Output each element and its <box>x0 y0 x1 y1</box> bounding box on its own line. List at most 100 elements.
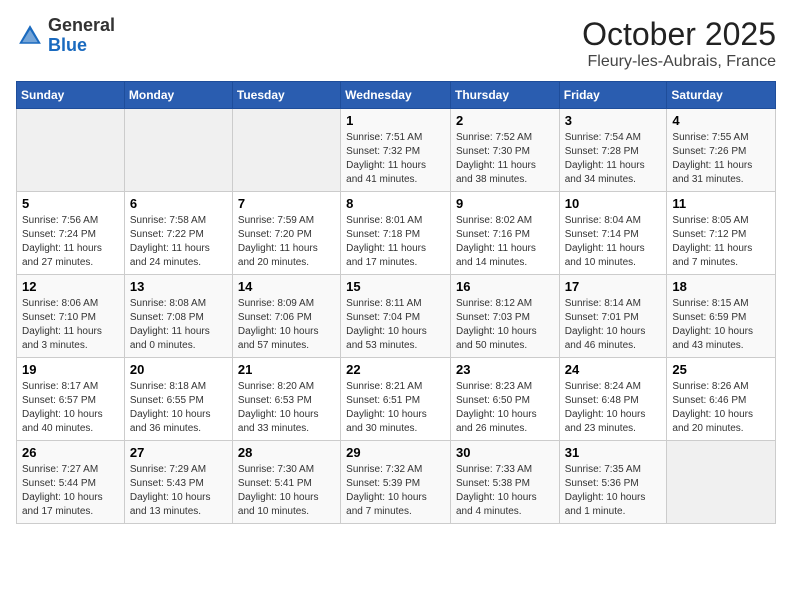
calendar-cell: 20Sunrise: 8:18 AM Sunset: 6:55 PM Dayli… <box>124 358 232 441</box>
day-number: 23 <box>456 362 554 377</box>
day-info: Sunrise: 8:02 AM Sunset: 7:16 PM Dayligh… <box>456 214 554 270</box>
header-cell-sunday: Sunday <box>17 82 125 109</box>
calendar-cell: 15Sunrise: 8:11 AM Sunset: 7:04 PM Dayli… <box>341 275 451 358</box>
day-info: Sunrise: 7:59 AM Sunset: 7:20 PM Dayligh… <box>238 214 335 270</box>
logo-text: General Blue <box>48 16 115 56</box>
day-number: 28 <box>238 445 335 460</box>
day-number: 16 <box>456 279 554 294</box>
calendar-cell: 29 Sunrise: 7:32 AM Sunset: 5:39 PM Dayli… <box>341 441 451 524</box>
day-info: Sunrise: 8:15 AM Sunset: 6:59 PM Dayligh… <box>672 297 770 353</box>
calendar-cell: 26 Sunrise: 7:27 AM Sunset: 5:44 PM Dayli… <box>17 441 125 524</box>
day-number: 3 <box>565 113 662 128</box>
logo-icon <box>16 22 44 50</box>
calendar-cell: 18 Sunrise: 8:15 AM Sunset: 6:59 PM Dayli… <box>667 275 776 358</box>
day-number: 29 <box>346 445 445 460</box>
logo-general: General <box>48 15 115 35</box>
calendar-cell: 28 Sunrise: 7:30 AM Sunset: 5:41 PM Dayli… <box>232 441 340 524</box>
day-info: Sunrise: 8:26 AM Sunset: 6:46 PM Dayligh… <box>672 380 770 436</box>
day-info: Sunrise: 7:56 AM Sunset: 7:24 PM Dayligh… <box>22 214 119 270</box>
day-info: Sunrise: 8:17 AM Sunset: 6:57 PM Dayligh… <box>22 380 119 436</box>
day-info: Sunrise: 8:04 AM Sunset: 7:14 PM Dayligh… <box>565 214 662 270</box>
day-number: 24 <box>565 362 662 377</box>
calendar-cell: 21Sunrise: 8:20 AM Sunset: 6:53 PM Dayli… <box>232 358 340 441</box>
day-info: Sunrise: 7:52 AM Sunset: 7:30 PM Dayligh… <box>456 131 554 187</box>
calendar-cell <box>17 109 125 192</box>
day-number: 7 <box>238 196 335 211</box>
calendar-cell: 10 Sunrise: 8:04 AM Sunset: 7:14 PM Dayli… <box>559 192 667 275</box>
day-number: 5 <box>22 196 119 211</box>
day-info: Sunrise: 7:27 AM Sunset: 5:44 PM Dayligh… <box>22 463 119 519</box>
calendar-cell <box>232 109 340 192</box>
day-number: 4 <box>672 113 770 128</box>
header-row: SundayMondayTuesdayWednesdayThursdayFrid… <box>17 82 776 109</box>
day-info: Sunrise: 7:30 AM Sunset: 5:41 PM Dayligh… <box>238 463 335 519</box>
day-number: 8 <box>346 196 445 211</box>
calendar-body: 1Sunrise: 7:51 AM Sunset: 7:32 PM Daylig… <box>17 109 776 524</box>
day-info: Sunrise: 8:12 AM Sunset: 7:03 PM Dayligh… <box>456 297 554 353</box>
calendar-cell: 16 Sunrise: 8:12 AM Sunset: 7:03 PM Dayli… <box>450 275 559 358</box>
day-number: 26 <box>22 445 119 460</box>
day-info: Sunrise: 7:54 AM Sunset: 7:28 PM Dayligh… <box>565 131 662 187</box>
calendar-cell: 17Sunrise: 8:14 AM Sunset: 7:01 PM Dayli… <box>559 275 667 358</box>
day-number: 12 <box>22 279 119 294</box>
day-number: 31 <box>565 445 662 460</box>
day-info: Sunrise: 8:14 AM Sunset: 7:01 PM Dayligh… <box>565 297 662 353</box>
calendar-cell <box>667 441 776 524</box>
day-number: 6 <box>130 196 227 211</box>
day-number: 21 <box>238 362 335 377</box>
day-number: 13 <box>130 279 227 294</box>
title-block: October 2025 Fleury-les-Aubrais, France <box>582 16 776 71</box>
week-row-4: 19Sunrise: 8:17 AM Sunset: 6:57 PM Dayli… <box>17 358 776 441</box>
header-cell-saturday: Saturday <box>667 82 776 109</box>
day-number: 15 <box>346 279 445 294</box>
calendar-header: SundayMondayTuesdayWednesdayThursdayFrid… <box>17 82 776 109</box>
day-number: 9 <box>456 196 554 211</box>
calendar-table: SundayMondayTuesdayWednesdayThursdayFrid… <box>16 81 776 524</box>
day-number: 25 <box>672 362 770 377</box>
day-info: Sunrise: 7:32 AM Sunset: 5:39 PM Dayligh… <box>346 463 445 519</box>
calendar-cell: 31 Sunrise: 7:35 AM Sunset: 5:36 PM Dayli… <box>559 441 667 524</box>
header-cell-monday: Monday <box>124 82 232 109</box>
day-info: Sunrise: 8:09 AM Sunset: 7:06 PM Dayligh… <box>238 297 335 353</box>
calendar-cell: 1Sunrise: 7:51 AM Sunset: 7:32 PM Daylig… <box>341 109 451 192</box>
calendar-cell: 8Sunrise: 8:01 AM Sunset: 7:18 PM Daylig… <box>341 192 451 275</box>
day-number: 2 <box>456 113 554 128</box>
header-cell-friday: Friday <box>559 82 667 109</box>
calendar-cell: 13Sunrise: 8:08 AM Sunset: 7:08 PM Dayli… <box>124 275 232 358</box>
calendar-cell: 14 Sunrise: 8:09 AM Sunset: 7:06 PM Dayli… <box>232 275 340 358</box>
calendar-cell: 6 Sunrise: 7:58 AM Sunset: 7:22 PM Daylig… <box>124 192 232 275</box>
day-number: 10 <box>565 196 662 211</box>
week-row-2: 5 Sunrise: 7:56 AM Sunset: 7:24 PM Daylig… <box>17 192 776 275</box>
calendar-cell: 19Sunrise: 8:17 AM Sunset: 6:57 PM Dayli… <box>17 358 125 441</box>
day-info: Sunrise: 8:18 AM Sunset: 6:55 PM Dayligh… <box>130 380 227 436</box>
day-info: Sunrise: 7:55 AM Sunset: 7:26 PM Dayligh… <box>672 131 770 187</box>
day-number: 30 <box>456 445 554 460</box>
header-cell-tuesday: Tuesday <box>232 82 340 109</box>
day-number: 27 <box>130 445 227 460</box>
day-info: Sunrise: 8:21 AM Sunset: 6:51 PM Dayligh… <box>346 380 445 436</box>
day-info: Sunrise: 7:35 AM Sunset: 5:36 PM Dayligh… <box>565 463 662 519</box>
day-info: Sunrise: 8:06 AM Sunset: 7:10 PM Dayligh… <box>22 297 119 353</box>
calendar-cell: 30 Sunrise: 7:33 AM Sunset: 5:38 PM Dayli… <box>450 441 559 524</box>
calendar-cell: 27Sunrise: 7:29 AM Sunset: 5:43 PM Dayli… <box>124 441 232 524</box>
day-number: 18 <box>672 279 770 294</box>
calendar-cell: 2 Sunrise: 7:52 AM Sunset: 7:30 PM Daylig… <box>450 109 559 192</box>
day-info: Sunrise: 7:58 AM Sunset: 7:22 PM Dayligh… <box>130 214 227 270</box>
calendar-cell: 5 Sunrise: 7:56 AM Sunset: 7:24 PM Daylig… <box>17 192 125 275</box>
calendar-cell: 9 Sunrise: 8:02 AM Sunset: 7:16 PM Daylig… <box>450 192 559 275</box>
calendar-cell: 11Sunrise: 8:05 AM Sunset: 7:12 PM Dayli… <box>667 192 776 275</box>
header-cell-wednesday: Wednesday <box>341 82 451 109</box>
week-row-3: 12 Sunrise: 8:06 AM Sunset: 7:10 PM Dayli… <box>17 275 776 358</box>
day-number: 11 <box>672 196 770 211</box>
header-cell-thursday: Thursday <box>450 82 559 109</box>
day-number: 22 <box>346 362 445 377</box>
calendar-cell: 22 Sunrise: 8:21 AM Sunset: 6:51 PM Dayli… <box>341 358 451 441</box>
day-number: 14 <box>238 279 335 294</box>
day-info: Sunrise: 7:33 AM Sunset: 5:38 PM Dayligh… <box>456 463 554 519</box>
logo-blue: Blue <box>48 35 87 55</box>
day-info: Sunrise: 8:24 AM Sunset: 6:48 PM Dayligh… <box>565 380 662 436</box>
calendar-cell: 23 Sunrise: 8:23 AM Sunset: 6:50 PM Dayli… <box>450 358 559 441</box>
day-number: 1 <box>346 113 445 128</box>
week-row-1: 1Sunrise: 7:51 AM Sunset: 7:32 PM Daylig… <box>17 109 776 192</box>
day-info: Sunrise: 8:23 AM Sunset: 6:50 PM Dayligh… <box>456 380 554 436</box>
